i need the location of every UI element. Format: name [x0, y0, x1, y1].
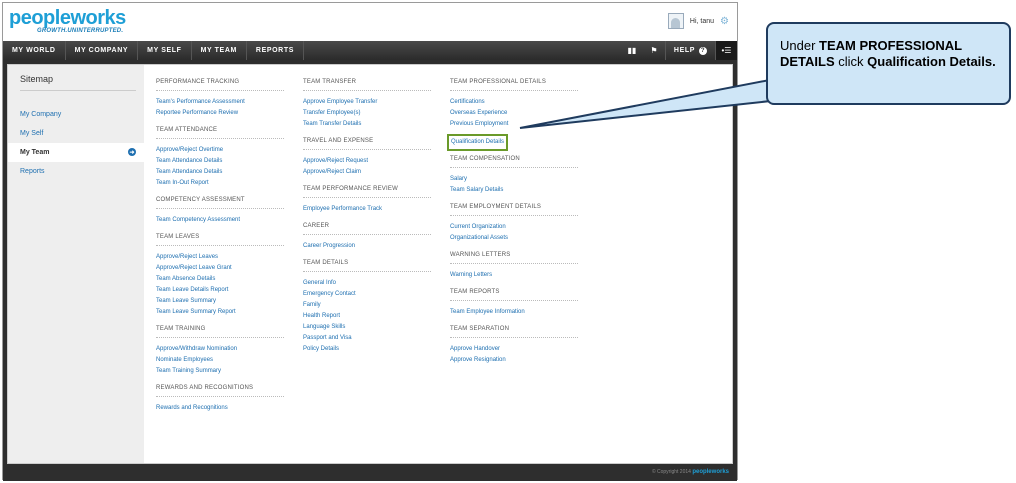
instruction-callout: Under TEAM PROFESSIONAL DETAILS click Qu… — [766, 22, 1011, 105]
callout-text: Under TEAM PROFESSIONAL DETAILS click Qu… — [780, 38, 997, 70]
callout-tail — [519, 76, 781, 129]
callout-pre: Under — [780, 38, 820, 53]
callout-mid: click — [834, 54, 868, 69]
callout-bold2: Qualification Details. — [867, 54, 996, 69]
